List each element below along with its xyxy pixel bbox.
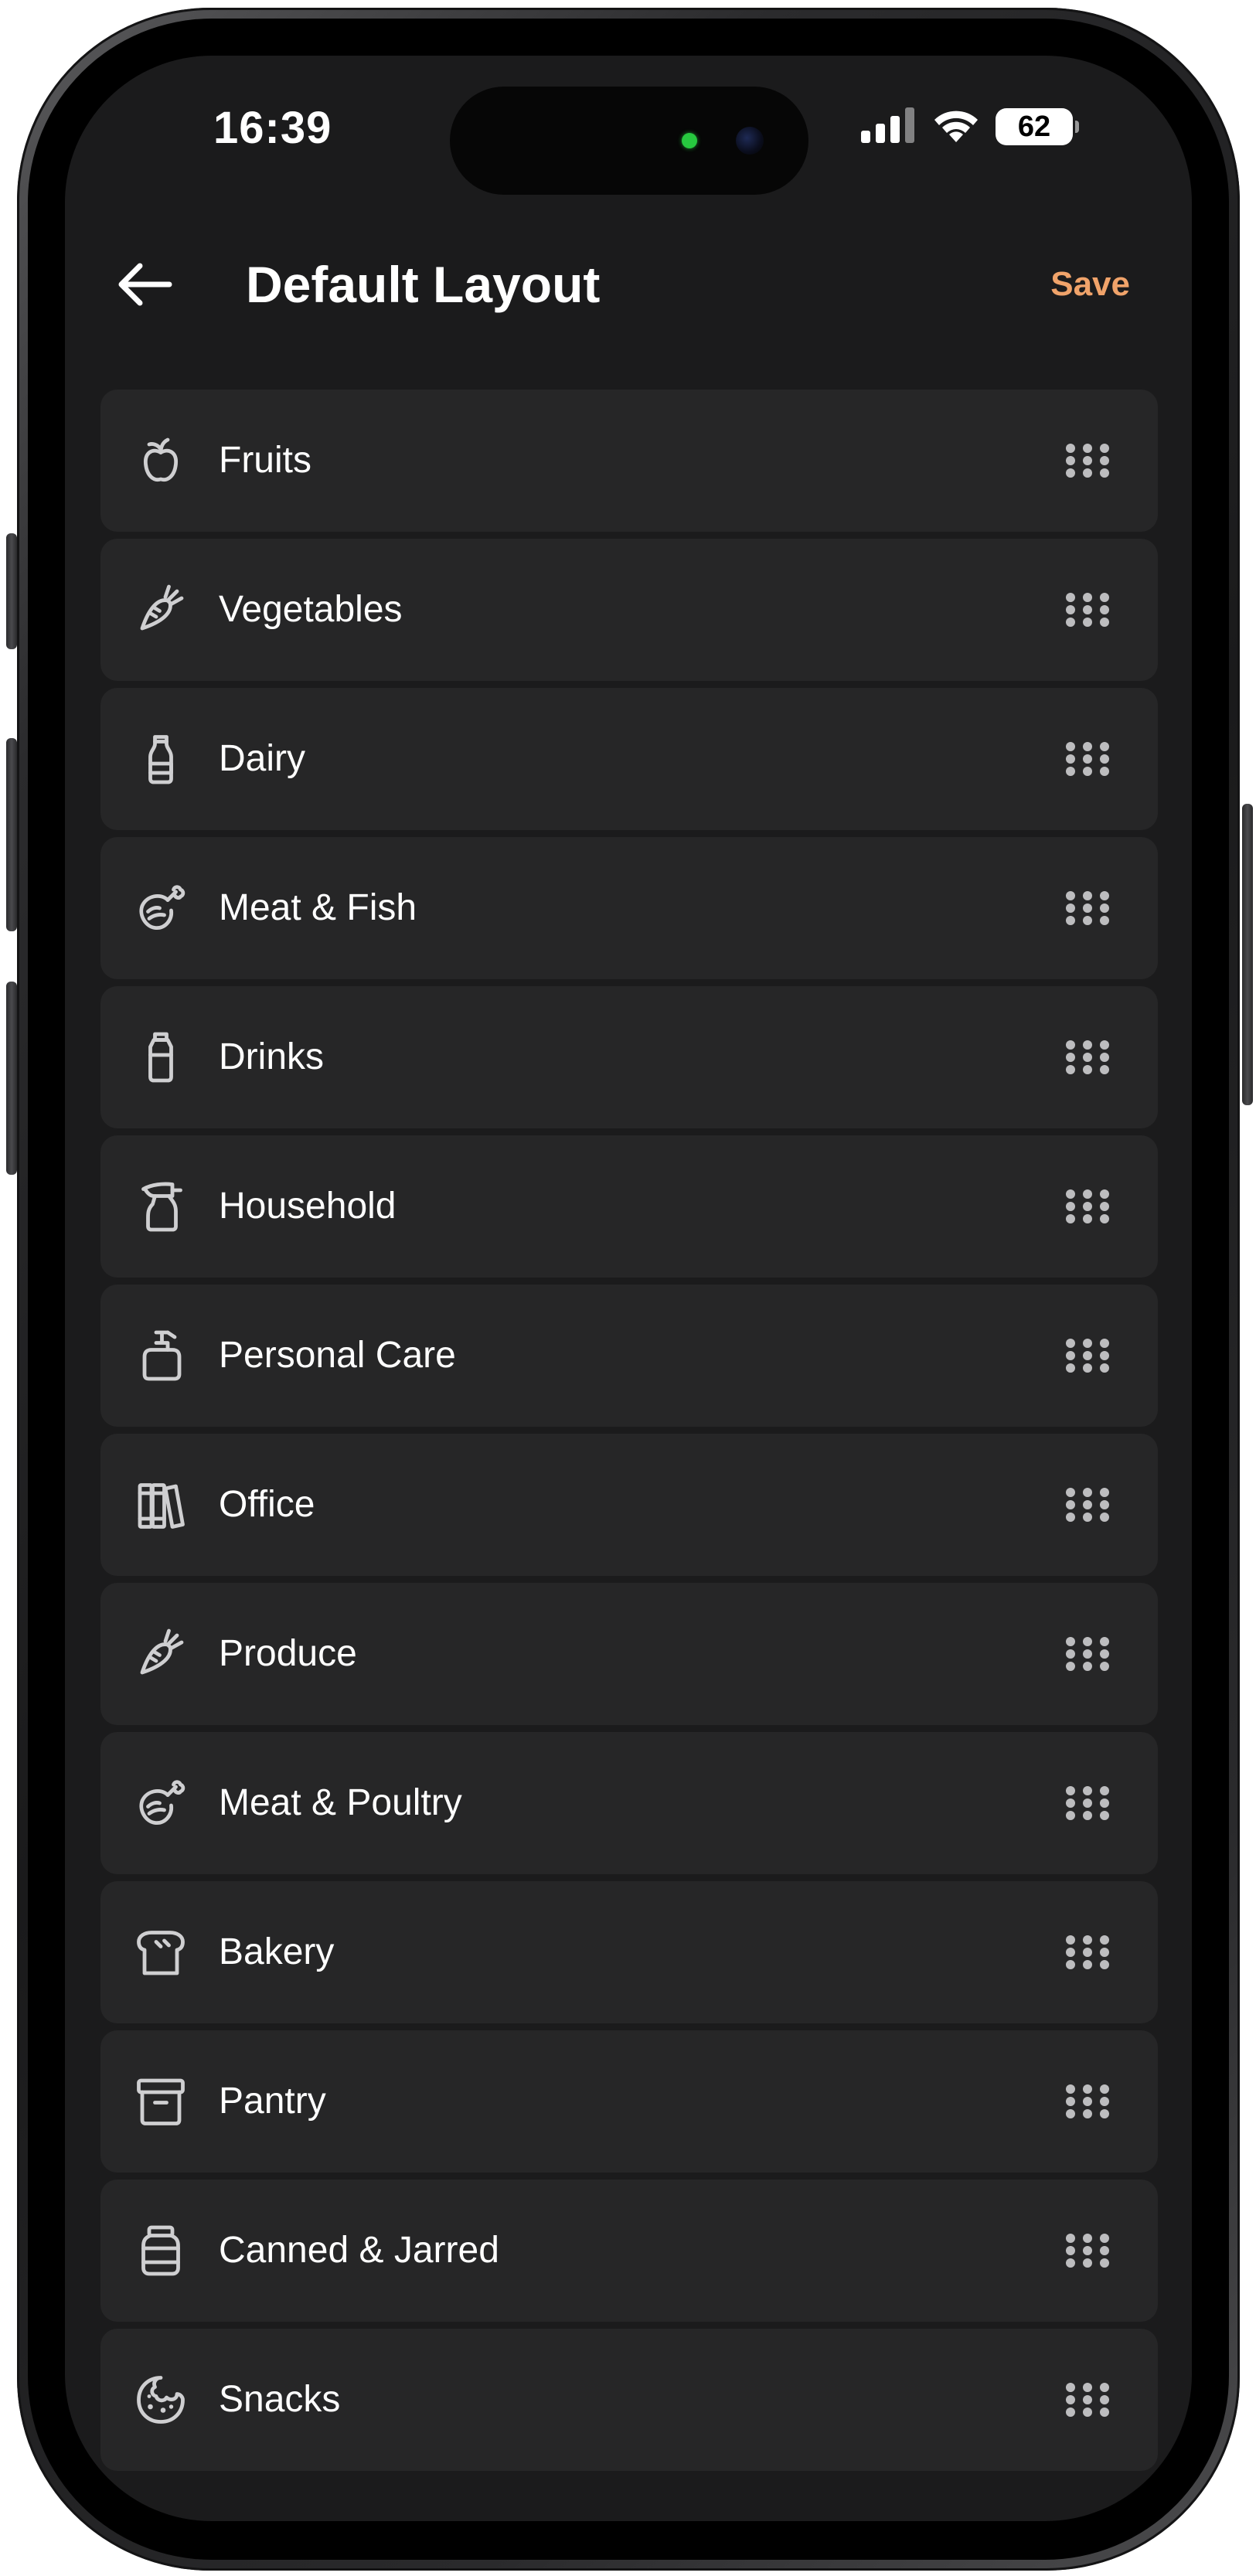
category-label: Bakery: [219, 1931, 335, 1972]
carrot-icon: [133, 582, 189, 638]
category-row[interactable]: Personal Care: [100, 1285, 1158, 1427]
back-button[interactable]: [107, 247, 181, 322]
drag-handle-icon[interactable]: [1064, 1183, 1111, 1230]
status-time: 16:39: [213, 103, 332, 153]
drag-handle-icon[interactable]: [1064, 1482, 1111, 1528]
drag-handle-icon[interactable]: [1064, 1631, 1111, 1677]
volume-up-button: [6, 738, 17, 931]
drag-handle-icon[interactable]: [1064, 1929, 1111, 1975]
save-button[interactable]: Save: [1050, 261, 1130, 308]
arrow-left-icon: [118, 263, 172, 306]
category-label: Household: [219, 1186, 397, 1227]
category-label: Office: [219, 1484, 315, 1525]
cellular-signal-icon: [861, 107, 917, 147]
category-label: Canned & Jarred: [219, 2230, 499, 2271]
category-row[interactable]: Drinks: [100, 986, 1158, 1128]
storage-box-icon: [133, 2074, 189, 2129]
page-title: Default Layout: [246, 256, 601, 313]
cookie-icon: [133, 2372, 189, 2428]
category-label: Dairy: [219, 738, 306, 779]
milk-bottle-icon: [133, 731, 189, 787]
screen: 16:39 62 Default Layout Save Fruits Vege…: [65, 56, 1192, 2521]
drag-handle-icon[interactable]: [1064, 1780, 1111, 1826]
category-label: Snacks: [219, 2379, 341, 2420]
drag-handle-icon[interactable]: [1064, 1034, 1111, 1080]
drink-bottle-icon: [133, 1029, 189, 1085]
camera-indicator-dot: [682, 133, 697, 148]
spray-bottle-icon: [133, 1179, 189, 1234]
drumstick-icon: [133, 880, 189, 936]
drag-handle-icon[interactable]: [1064, 736, 1111, 782]
drag-handle-icon[interactable]: [1064, 2078, 1111, 2125]
category-row[interactable]: Dairy: [100, 688, 1158, 830]
category-label: Vegetables: [219, 589, 403, 630]
front-camera: [736, 127, 764, 155]
category-row[interactable]: Meat & Poultry: [100, 1732, 1158, 1874]
category-row[interactable]: Office: [100, 1434, 1158, 1576]
category-label: Drinks: [219, 1036, 325, 1077]
category-row[interactable]: Produce: [100, 1583, 1158, 1725]
category-row[interactable]: Household: [100, 1135, 1158, 1278]
action-button: [6, 533, 17, 649]
bread-icon: [133, 1924, 189, 1980]
drag-handle-icon[interactable]: [1064, 1332, 1111, 1379]
category-label: Produce: [219, 1633, 357, 1674]
category-label: Meat & Poultry: [219, 1782, 462, 1823]
status-icons: 62: [861, 104, 1079, 150]
wifi-icon: [931, 107, 982, 148]
soap-dispenser-icon: [133, 1328, 189, 1383]
category-row[interactable]: Meat & Fish: [100, 837, 1158, 979]
drag-handle-icon[interactable]: [1064, 587, 1111, 633]
power-button: [1242, 804, 1253, 1105]
category-row[interactable]: Vegetables: [100, 539, 1158, 681]
volume-down-button: [6, 982, 17, 1175]
apple-icon: [133, 433, 189, 488]
carrot-icon: [133, 1626, 189, 1682]
drumstick-icon: [133, 1775, 189, 1831]
drag-handle-icon[interactable]: [1064, 2227, 1111, 2274]
category-label: Fruits: [219, 440, 311, 481]
category-row[interactable]: Fruits: [100, 390, 1158, 532]
drag-handle-icon[interactable]: [1064, 2377, 1111, 2423]
category-label: Personal Care: [219, 1335, 456, 1376]
category-row[interactable]: Pantry: [100, 2030, 1158, 2173]
books-icon: [133, 1477, 189, 1533]
battery-percent: 62: [1017, 111, 1051, 143]
drag-handle-icon[interactable]: [1064, 437, 1111, 484]
category-label: Meat & Fish: [219, 887, 417, 928]
dynamic-island: [450, 87, 808, 195]
drag-handle-icon[interactable]: [1064, 885, 1111, 931]
battery-icon: 62: [996, 108, 1079, 145]
category-label: Pantry: [219, 2081, 326, 2122]
jar-icon: [133, 2223, 189, 2278]
category-row[interactable]: Bakery: [100, 1881, 1158, 2023]
category-row[interactable]: Canned & Jarred: [100, 2180, 1158, 2322]
category-row[interactable]: Snacks: [100, 2329, 1158, 2471]
